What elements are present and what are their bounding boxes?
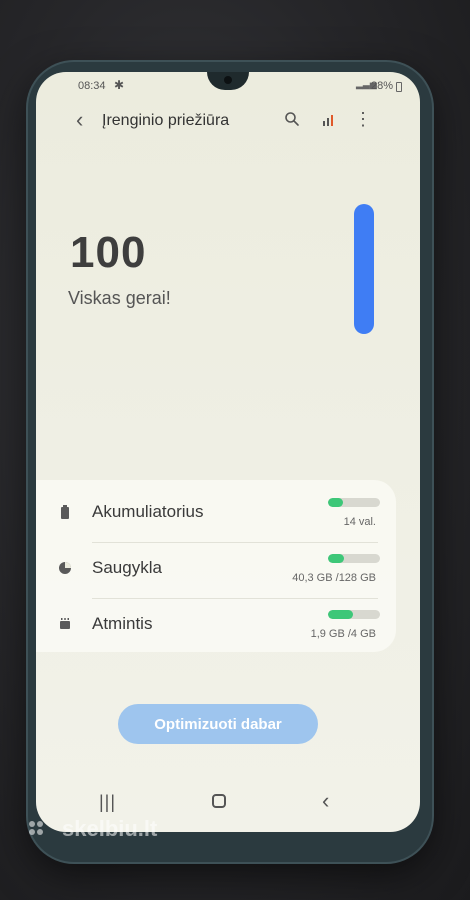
watermark-text: skelbiu.lt bbox=[62, 816, 158, 841]
level-meter-fill bbox=[328, 498, 343, 507]
list-item-label: Akumuliatorius bbox=[92, 502, 204, 521]
watermark-logo-icon bbox=[29, 821, 43, 835]
battery-icon bbox=[61, 505, 69, 519]
list-item-detail: 14 val. bbox=[343, 516, 376, 528]
search-icon[interactable] bbox=[284, 111, 300, 127]
nav-back-icon[interactable]: ‹ bbox=[322, 788, 329, 814]
list-item-battery[interactable]: Akumuliatorius 14 val. bbox=[36, 484, 396, 540]
optimize-now-button[interactable]: Optimizuoti dabar bbox=[118, 704, 318, 744]
device-care-list: Akumuliatorius 14 val. Saugykla 40,3 GB … bbox=[36, 480, 396, 652]
list-item-storage[interactable]: Saugykla 40,3 GB /128 GB bbox=[36, 540, 396, 596]
phone-screen: 08:34 ✱ ▂▃▅ 28% ‹ Įrenginio priežiūra ⋮ … bbox=[36, 72, 420, 832]
settings-gear-icon: ✱ bbox=[114, 78, 125, 92]
status-time: 08:34 bbox=[78, 80, 106, 92]
score-status-message: Viskas gerai! bbox=[68, 288, 171, 308]
level-meter-fill bbox=[328, 554, 345, 563]
back-arrow-icon[interactable]: ‹ bbox=[76, 108, 83, 132]
level-meter bbox=[328, 498, 380, 507]
list-item-detail: 1,9 GB /4 GB bbox=[310, 628, 376, 640]
list-item-label: Saugykla bbox=[92, 558, 162, 577]
app-bar: ‹ Įrenginio priežiūra ⋮ bbox=[36, 104, 420, 140]
level-meter-fill bbox=[328, 610, 353, 619]
storage-pie-icon bbox=[59, 562, 71, 574]
level-meter bbox=[328, 554, 380, 563]
list-item-label: Atmintis bbox=[92, 614, 153, 633]
battery-status-icon bbox=[396, 82, 402, 92]
memory-chip-icon bbox=[60, 618, 70, 629]
level-meter bbox=[328, 610, 380, 619]
list-item-detail: 40,3 GB /128 GB bbox=[292, 572, 376, 584]
more-options-icon[interactable]: ⋮ bbox=[354, 110, 372, 128]
device-care-score: 100 bbox=[70, 228, 147, 277]
status-bar: 08:34 ✱ ▂▃▅ 28% bbox=[36, 72, 420, 96]
usage-stats-icon[interactable] bbox=[321, 112, 337, 128]
home-icon[interactable] bbox=[212, 794, 226, 808]
page-title: Įrenginio priežiūra bbox=[102, 112, 230, 129]
recent-apps-icon[interactable]: ||| bbox=[99, 792, 116, 813]
score-indicator-bar bbox=[354, 204, 374, 334]
list-item-memory[interactable]: Atmintis 1,9 GB /4 GB bbox=[36, 596, 396, 652]
battery-percent: 28% bbox=[371, 80, 394, 92]
